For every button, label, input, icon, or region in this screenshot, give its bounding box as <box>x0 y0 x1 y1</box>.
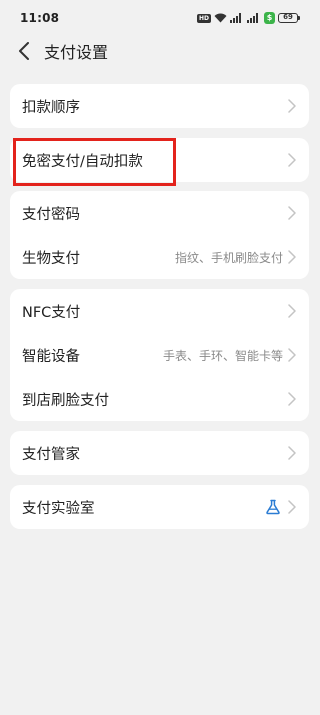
row-label: NFC支付 <box>22 304 81 321</box>
row-label: 生物支付 <box>22 250 80 267</box>
row-label: 支付密码 <box>22 206 80 223</box>
back-button[interactable] <box>4 36 44 66</box>
row-nfc-payment[interactable]: NFC支付 <box>10 289 309 333</box>
battery-icon: 69 <box>278 13 300 23</box>
row-label: 到店刷脸支付 <box>22 392 109 409</box>
row-payment-lab[interactable]: 支付实验室 <box>10 485 309 529</box>
row-label: 扣款顺序 <box>22 99 80 116</box>
settings-card-6: 支付实验室 <box>10 485 309 529</box>
status-bar: 11:08 HD $ 69 <box>0 0 320 36</box>
row-smart-devices[interactable]: 智能设备 手表、手环、智能卡等 <box>10 333 309 377</box>
row-label: 免密支付/自动扣款 <box>22 153 143 170</box>
nav-bar: 支付设置 <box>0 36 320 66</box>
settings-card-2: 免密支付/自动扣款 <box>10 138 309 182</box>
row-label: 支付管家 <box>22 446 80 463</box>
settings-card-3: 支付密码 生物支付 指纹、手机刷脸支付 <box>10 191 309 279</box>
chevron-left-icon <box>19 42 29 60</box>
chevron-right-icon <box>287 347 297 363</box>
chevron-right-icon <box>287 391 297 407</box>
row-label: 支付实验室 <box>22 500 95 517</box>
chevron-right-icon <box>287 499 297 515</box>
wifi-icon <box>214 13 227 23</box>
security-shield-icon: $ <box>264 12 275 24</box>
signal-icon-2 <box>247 13 258 23</box>
page-title: 支付设置 <box>44 43 109 62</box>
row-subtitle: 手表、手环、智能卡等 <box>162 348 283 363</box>
chevron-right-icon <box>287 205 297 221</box>
status-icons: HD $ 69 <box>196 12 300 24</box>
row-in-store-face-payment[interactable]: 到店刷脸支付 <box>10 377 309 421</box>
settings-card-5: 支付管家 <box>10 431 309 475</box>
status-time: 11:08 <box>20 11 60 25</box>
signal-icon <box>230 13 241 23</box>
row-subtitle: 指纹、手机刷脸支付 <box>174 250 283 265</box>
row-payment-manager[interactable]: 支付管家 <box>10 431 309 475</box>
row-payment-password[interactable]: 支付密码 <box>10 191 309 235</box>
settings-card-1: 扣款顺序 <box>10 84 309 128</box>
chevron-right-icon <box>287 98 297 114</box>
flask-icon <box>265 499 281 515</box>
battery-level: 69 <box>278 13 298 23</box>
row-password-free-payment[interactable]: 免密支付/自动扣款 <box>10 138 309 182</box>
chevron-right-icon <box>287 249 297 265</box>
chevron-right-icon <box>287 152 297 168</box>
row-deduction-order[interactable]: 扣款顺序 <box>10 84 309 128</box>
chevron-right-icon <box>287 445 297 461</box>
row-label: 智能设备 <box>22 348 80 365</box>
hd-icon: HD <box>196 13 211 23</box>
chevron-right-icon <box>287 303 297 319</box>
settings-card-4: NFC支付 智能设备 手表、手环、智能卡等 到店刷脸支付 <box>10 289 309 421</box>
row-biometric-payment[interactable]: 生物支付 指纹、手机刷脸支付 <box>10 235 309 279</box>
